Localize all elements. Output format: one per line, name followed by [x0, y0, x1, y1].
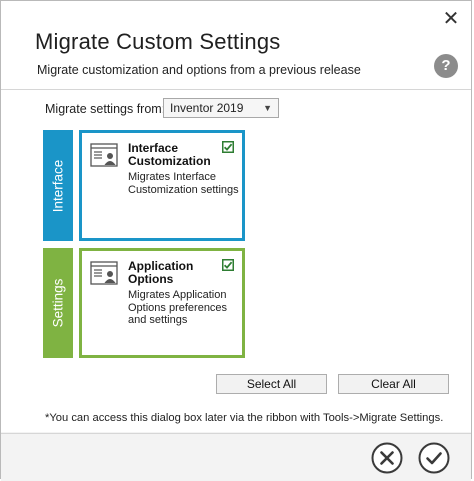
help-icon[interactable]: ?	[434, 54, 458, 78]
dialog-header: ✕ Migrate Custom Settings Migrate custom…	[1, 1, 471, 90]
footnote: *You can access this dialog box later vi…	[45, 412, 444, 424]
tab-settings[interactable]: Settings	[43, 248, 73, 358]
tab-interface[interactable]: Interface	[43, 130, 73, 241]
interface-checkbox-icon[interactable]	[222, 141, 234, 153]
dialog-title: Migrate Custom Settings	[35, 29, 281, 54]
interface-customization-description: Migrates Interface Customization setting…	[128, 171, 239, 196]
clear-all-button[interactable]: Clear All	[338, 374, 449, 394]
application-options-card[interactable]: Application Options Migrates Application…	[79, 248, 245, 358]
migrate-from-value: Inventor 2019	[170, 101, 244, 115]
interface-customization-title: Interface Customization	[128, 141, 211, 168]
dialog-subtitle: Migrate customization and options from a…	[37, 63, 361, 77]
ok-icon[interactable]	[418, 442, 450, 474]
tab-settings-label: Settings	[50, 278, 66, 328]
application-options-title: Application Options	[128, 259, 194, 286]
migrate-dialog: ✕ Migrate Custom Settings Migrate custom…	[0, 0, 472, 481]
chevron-down-icon: ▼	[263, 103, 272, 113]
select-all-button[interactable]: Select All	[216, 374, 327, 394]
interface-customization-card[interactable]: Interface Customization Migrates Interfa…	[79, 130, 245, 241]
settings-document-icon	[90, 261, 118, 285]
close-icon[interactable]: ✕	[439, 7, 463, 31]
settings-document-icon	[90, 143, 118, 167]
dialog-content: Migrate settings from: Inventor 2019 ▼ I…	[1, 90, 471, 432]
dialog-footer	[1, 433, 471, 481]
settings-checkbox-icon[interactable]	[222, 259, 234, 271]
tab-interface-label: Interface	[50, 159, 66, 212]
cancel-icon[interactable]	[371, 442, 403, 474]
migrate-from-label: Migrate settings from:	[45, 102, 166, 116]
application-options-description: Migrates Application Options preferences…	[128, 289, 228, 326]
migrate-from-dropdown[interactable]: Inventor 2019 ▼	[163, 98, 279, 118]
